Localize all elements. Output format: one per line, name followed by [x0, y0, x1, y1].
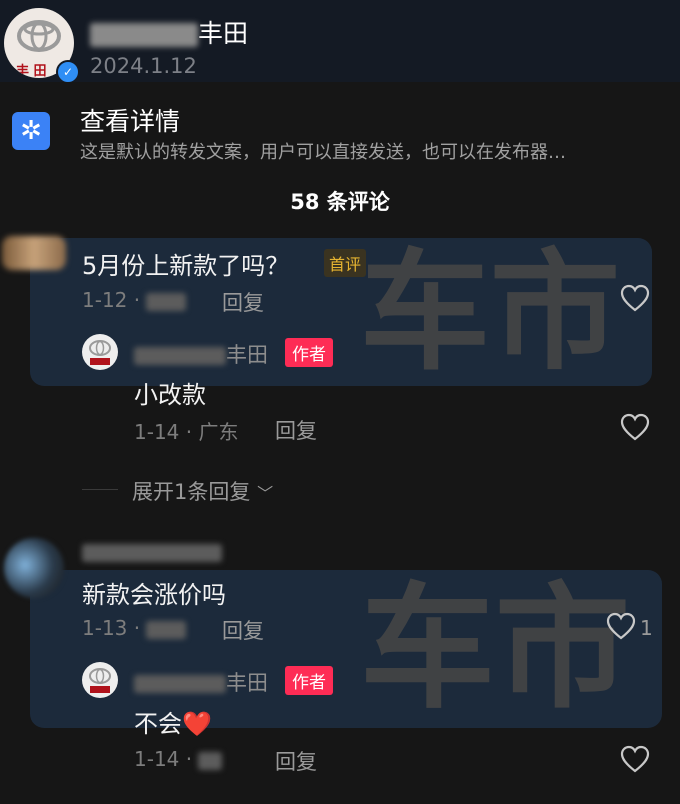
like-heart-icon[interactable] [620, 284, 650, 312]
reply-button[interactable]: 回复 [275, 415, 317, 445]
reply-author-name[interactable]: 丰田 [134, 339, 268, 369]
comment-date: 1-12 · [82, 288, 187, 312]
author-avatar[interactable] [82, 662, 118, 698]
account-name[interactable]: 丰田 [90, 14, 248, 50]
toyota-logo-icon [89, 668, 111, 693]
blurred-name [90, 23, 198, 47]
reply-text: 不会❤️ [134, 710, 212, 738]
expand-replies-button[interactable]: 展开1条回复 ﹀ [132, 476, 273, 506]
post-date: 2024.1.12 [90, 54, 197, 78]
reply-author-name[interactable]: 丰田 [134, 667, 268, 697]
verified-check-icon: ✓ [56, 60, 80, 84]
watermark-text: 车市 [360, 236, 621, 388]
commenter-avatar[interactable] [2, 236, 66, 270]
like-count: 1 [640, 616, 653, 640]
red-heart-emoji-icon: ❤️ [182, 710, 212, 738]
asterisk-icon: ✲ [12, 112, 50, 150]
author-avatar[interactable] [82, 334, 118, 370]
author-badge: 作者 [285, 666, 333, 695]
reply-button[interactable]: 回复 [222, 615, 264, 645]
first-comment-badge: 首评 [324, 249, 367, 277]
comment-count: 58 条评论 [290, 190, 390, 214]
like-heart-icon[interactable] [620, 745, 650, 773]
commenter-avatar[interactable] [4, 538, 64, 598]
like-heart-icon[interactable] [620, 413, 650, 441]
watermark-text: 车市 [360, 570, 630, 727]
share-title[interactable]: 查看详情 [80, 102, 180, 138]
commenter-name[interactable] [82, 540, 222, 564]
divider [82, 489, 118, 490]
chevron-down-icon: ﹀ [257, 484, 274, 503]
reply-button[interactable]: 回复 [222, 287, 264, 317]
comment-text: 5月份上新款了吗？ [82, 252, 290, 280]
avatar-label: 丰 田 [16, 64, 47, 78]
toyota-logo-icon [89, 340, 111, 365]
like-heart-icon[interactable] [606, 612, 636, 640]
reply-button[interactable]: 回复 [275, 746, 317, 776]
reply-date: 1-14 · 广东 [134, 420, 239, 444]
comment-text: 新款会涨价吗 [82, 581, 226, 609]
reply-date: 1-14 · [134, 747, 223, 771]
author-badge: 作者 [285, 338, 333, 367]
reply-text: 小改款 [134, 381, 206, 409]
share-description: 这是默认的转发文案，用户可以直接发送，也可以在发布器… [80, 142, 566, 163]
comment-date: 1-13 · [82, 616, 187, 640]
